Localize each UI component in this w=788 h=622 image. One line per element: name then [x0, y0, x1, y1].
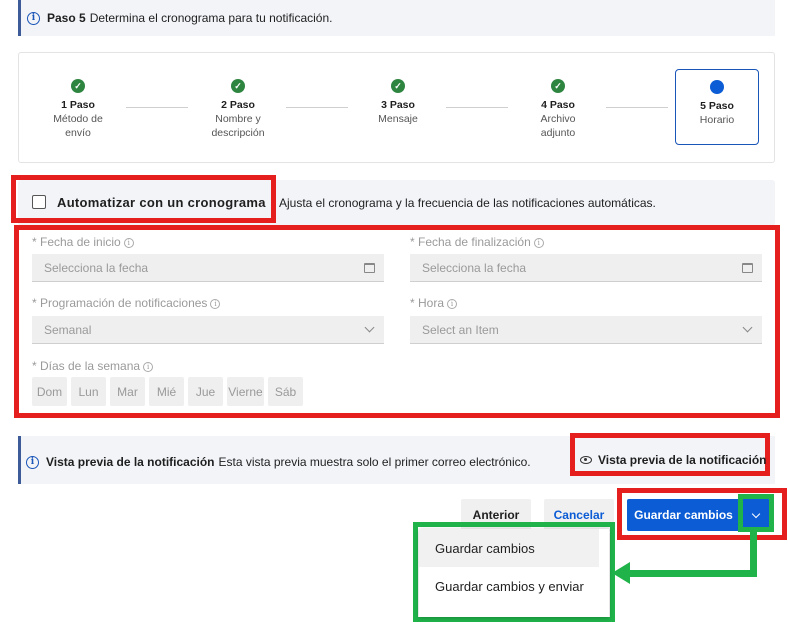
- step-number: 3 Paso: [381, 99, 415, 111]
- stepper: ✓ 1 Paso Método de envío ✓ 2 Paso Nombre…: [18, 52, 775, 163]
- current-step-icon: [710, 80, 724, 94]
- menu-item-save-and-send[interactable]: Guardar cambios y enviar: [419, 567, 599, 605]
- start-date-label: * Fecha de inicio i: [32, 235, 134, 249]
- calendar-icon[interactable]: [364, 263, 375, 273]
- step-connector: [126, 107, 188, 108]
- automate-checkbox[interactable]: [32, 195, 46, 209]
- step-banner: i Paso 5 Determina el cronograma para tu…: [18, 0, 775, 36]
- end-date-label: * Fecha de finalización i: [410, 235, 544, 249]
- day-toggle-jue[interactable]: Jue: [188, 377, 223, 406]
- preview-title: Vista previa de la notificación: [46, 455, 215, 469]
- time-placeholder: Select an Item: [422, 323, 499, 337]
- annotation-arrow-head: [612, 562, 630, 584]
- help-icon: i: [143, 362, 154, 372]
- check-icon: ✓: [231, 79, 245, 93]
- step-connector: [446, 107, 508, 108]
- calendar-icon[interactable]: [742, 263, 753, 273]
- check-icon: ✓: [551, 79, 565, 93]
- step-1[interactable]: ✓ 1 Paso Método de envío: [36, 69, 120, 140]
- step-banner-text: Determina el cronograma para tu notifica…: [89, 11, 333, 25]
- step-2[interactable]: ✓ 2 Paso Nombre y descripción: [196, 69, 280, 140]
- schedule-value: Semanal: [44, 323, 92, 337]
- chevron-down-icon: [742, 322, 753, 333]
- step-label-line2: adjunto: [540, 127, 576, 139]
- step-5[interactable]: 5 Paso Horario: [675, 69, 759, 145]
- end-date-placeholder: Selecciona la fecha: [422, 261, 527, 275]
- eye-icon: [580, 456, 592, 464]
- step-label-line2: descripción: [211, 127, 265, 139]
- schedule-label-text: * Programación de notificaciones: [32, 296, 208, 310]
- automate-label[interactable]: Automatizar con un cronograma: [57, 195, 266, 210]
- step-label-line2: envío: [65, 127, 91, 139]
- check-icon: ✓: [71, 79, 85, 93]
- step-number: 2 Paso: [221, 99, 255, 111]
- step-number: 5 Paso: [700, 100, 734, 112]
- schedule-label: * Programación de notificaciones i: [32, 296, 221, 310]
- days-label: * Días de la semana i: [32, 359, 154, 373]
- preview-button-label: Vista previa de la notificación: [598, 453, 767, 467]
- help-icon: i: [533, 238, 544, 248]
- time-select[interactable]: Select an Item: [410, 316, 762, 344]
- time-label: * Hora i: [410, 296, 458, 310]
- help-icon: i: [210, 299, 221, 309]
- save-button[interactable]: Guardar cambios: [627, 499, 740, 531]
- days-label-text: * Días de la semana: [32, 359, 141, 373]
- check-icon: ✓: [391, 79, 405, 93]
- menu-item-save[interactable]: Guardar cambios: [419, 529, 599, 567]
- help-icon: i: [123, 238, 134, 248]
- start-date-input[interactable]: Selecciona la fecha: [32, 254, 384, 282]
- day-toggle-mie[interactable]: Mié: [149, 377, 184, 406]
- step-connector: [286, 107, 348, 108]
- day-toggle-vie[interactable]: Vierne: [227, 377, 264, 406]
- schedule-page: i Paso 5 Determina el cronograma para tu…: [0, 0, 788, 622]
- step-label-line1: Archivo: [540, 113, 576, 125]
- step-label-line1: Nombre y: [215, 113, 261, 125]
- step-label-line1: Mensaje: [378, 113, 418, 125]
- day-toggle-lun[interactable]: Lun: [71, 377, 106, 406]
- step-4[interactable]: ✓ 4 Paso Archivo adjunto: [516, 69, 600, 140]
- preview-button[interactable]: Vista previa de la notificación: [580, 453, 767, 467]
- end-date-input[interactable]: Selecciona la fecha: [410, 254, 762, 282]
- annotation-arrow-shaft: [628, 570, 757, 577]
- chevron-down-icon: [364, 322, 375, 333]
- preview-info: i Vista previa de la notificación Esta v…: [26, 455, 531, 469]
- start-date-placeholder: Selecciona la fecha: [44, 261, 149, 275]
- step-label-line1: Horario: [699, 114, 735, 126]
- day-toggle-dom[interactable]: Dom: [32, 377, 67, 406]
- weekday-selector: Dom Lun Mar Mié Jue Vierne Sáb: [32, 377, 303, 406]
- step-number: 1 Paso: [61, 99, 95, 111]
- highlight-dropdown-toggle: [738, 494, 774, 532]
- schedule-select[interactable]: Semanal: [32, 316, 384, 344]
- step-number: 4 Paso: [541, 99, 575, 111]
- start-date-label-text: * Fecha de inicio: [32, 235, 121, 249]
- info-icon: i: [27, 11, 40, 25]
- save-menu: Guardar cambios Guardar cambios y enviar: [419, 529, 609, 617]
- automate-description: Ajusta el cronograma y la frecuencia de …: [279, 196, 656, 210]
- step-banner-step: Paso 5: [47, 11, 86, 25]
- preview-description: Esta vista previa muestra solo el primer…: [218, 455, 531, 469]
- info-icon: i: [26, 455, 39, 469]
- day-toggle-mar[interactable]: Mar: [110, 377, 145, 406]
- step-label-line1: Método de: [53, 113, 103, 125]
- step-3[interactable]: ✓ 3 Paso Mensaje: [356, 69, 440, 126]
- help-icon: i: [447, 299, 458, 309]
- day-toggle-sab[interactable]: Sáb: [268, 377, 303, 406]
- end-date-label-text: * Fecha de finalización: [410, 235, 531, 249]
- step-connector: [606, 107, 668, 108]
- time-label-text: * Hora: [410, 296, 445, 310]
